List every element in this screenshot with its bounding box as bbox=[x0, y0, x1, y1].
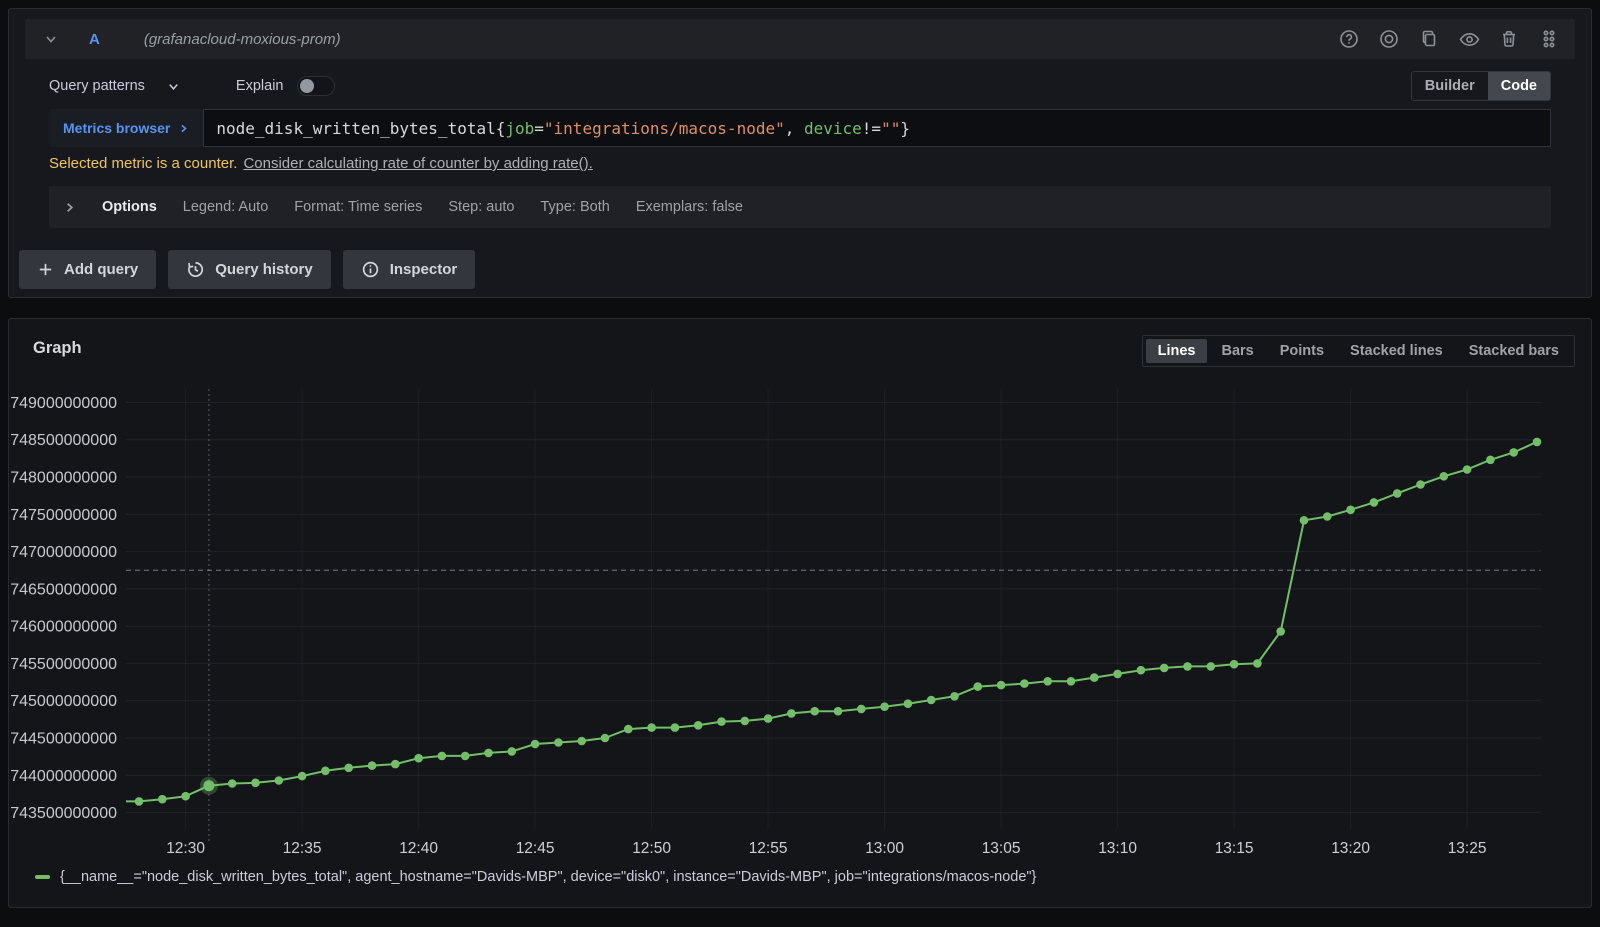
chevron-right-icon bbox=[178, 123, 189, 134]
chevron-right-icon bbox=[63, 201, 76, 214]
warning-text: Selected metric is a counter. bbox=[49, 155, 237, 172]
query-editor-panel: A (grafanacloud-moxious-prom) bbox=[8, 8, 1592, 298]
svg-text:12:50: 12:50 bbox=[632, 840, 671, 857]
query-row-header: A (grafanacloud-moxious-prom) bbox=[25, 19, 1575, 59]
svg-text:12:30: 12:30 bbox=[166, 840, 205, 857]
inspector-button[interactable]: Inspector bbox=[343, 250, 476, 289]
svg-text:12:55: 12:55 bbox=[749, 840, 788, 857]
inspector-label: Inspector bbox=[390, 261, 458, 278]
graph-panel-title: Graph bbox=[33, 335, 82, 358]
explain-label: Explain bbox=[236, 78, 284, 94]
svg-text:13:25: 13:25 bbox=[1448, 840, 1487, 857]
option-exemplars: Exemplars: false bbox=[636, 199, 743, 215]
drag-handle-icon[interactable] bbox=[1537, 27, 1561, 51]
graph-panel-header: Graph LinesBarsPointsStacked linesStacke… bbox=[9, 319, 1591, 367]
add-rate-link[interactable]: Consider calculating rate of counter by … bbox=[243, 155, 592, 172]
option-format: Format: Time series bbox=[294, 199, 422, 215]
option-step: Step: auto bbox=[448, 199, 514, 215]
series-color-swatch bbox=[35, 875, 50, 879]
counter-warning: Selected metric is a counter. Consider ca… bbox=[49, 155, 1551, 172]
query-input-row: Metrics browser node_disk_written_bytes_… bbox=[49, 109, 1551, 147]
svg-text:12:40: 12:40 bbox=[399, 840, 438, 857]
query-patterns-dropdown[interactable]: Query patterns bbox=[49, 78, 180, 94]
svg-text:748000000000: 748000000000 bbox=[10, 470, 117, 487]
svg-text:744000000000: 744000000000 bbox=[10, 768, 117, 785]
svg-text:13:10: 13:10 bbox=[1098, 840, 1137, 857]
metrics-browser-label: Metrics browser bbox=[63, 120, 170, 136]
svg-text:746500000000: 746500000000 bbox=[10, 581, 117, 598]
query-options-row: Query patterns Explain Builder Code bbox=[49, 71, 1551, 101]
chart-svg[interactable]: 749000000000 748500000000 748000000000 7475… bbox=[9, 381, 1593, 867]
graph-panel: Graph LinesBarsPointsStacked linesStacke… bbox=[8, 318, 1592, 908]
series-legend-label[interactable]: {__name__="node_disk_written_bytes_total… bbox=[60, 869, 1036, 885]
svg-text:747000000000: 747000000000 bbox=[10, 544, 117, 561]
option-type: Type: Both bbox=[540, 199, 609, 215]
editor-mode-switch: Builder Code bbox=[1411, 71, 1551, 101]
view-mode-stacked-bars[interactable]: Stacked bars bbox=[1457, 339, 1571, 363]
options-label: Options bbox=[102, 199, 157, 215]
query-history-button[interactable]: Query history bbox=[168, 250, 331, 289]
plus-icon bbox=[37, 261, 54, 278]
trash-icon[interactable] bbox=[1497, 27, 1521, 51]
history-icon bbox=[186, 260, 205, 279]
svg-text:746000000000: 746000000000 bbox=[10, 619, 117, 636]
query-patterns-label: Query patterns bbox=[49, 78, 145, 94]
eye-icon[interactable] bbox=[1457, 27, 1481, 51]
explain-toggle[interactable] bbox=[297, 76, 335, 96]
toggle-knob bbox=[300, 79, 314, 93]
svg-text:13:15: 13:15 bbox=[1215, 840, 1254, 857]
svg-text:745500000000: 745500000000 bbox=[10, 656, 117, 673]
target-icon[interactable] bbox=[1377, 27, 1401, 51]
builder-mode-button[interactable]: Builder bbox=[1412, 72, 1488, 100]
promql-query-text: node_disk_written_bytes_total{job="integ… bbox=[216, 119, 910, 138]
svg-text:743500000000: 743500000000 bbox=[10, 805, 117, 822]
view-mode-bars[interactable]: Bars bbox=[1209, 339, 1265, 363]
svg-text:744500000000: 744500000000 bbox=[10, 731, 117, 748]
svg-text:749000000000: 749000000000 bbox=[10, 395, 117, 412]
grafana-explore-page: A (grafanacloud-moxious-prom) bbox=[0, 0, 1600, 916]
svg-text:13:05: 13:05 bbox=[982, 840, 1021, 857]
copy-icon[interactable] bbox=[1417, 27, 1441, 51]
view-mode-lines[interactable]: Lines bbox=[1146, 339, 1208, 363]
promql-query-input[interactable]: node_disk_written_bytes_total{job="integ… bbox=[203, 109, 1551, 147]
info-circle-icon bbox=[361, 260, 380, 279]
help-icon[interactable] bbox=[1337, 27, 1361, 51]
option-legend: Legend: Auto bbox=[183, 199, 268, 215]
svg-text:745000000000: 745000000000 bbox=[10, 693, 117, 710]
query-ref-id[interactable]: A bbox=[89, 31, 100, 48]
metrics-browser-button[interactable]: Metrics browser bbox=[49, 109, 203, 147]
svg-text:747500000000: 747500000000 bbox=[10, 507, 117, 524]
view-mode-tabs: LinesBarsPointsStacked linesStacked bars bbox=[1142, 335, 1575, 367]
svg-text:12:45: 12:45 bbox=[516, 840, 555, 857]
time-series-chart[interactable]: 749000000000 748500000000 748000000000 7475… bbox=[9, 381, 1591, 867]
view-mode-stacked-lines[interactable]: Stacked lines bbox=[1338, 339, 1455, 363]
collapse-query-chevron-down-icon[interactable] bbox=[39, 27, 63, 51]
add-query-button[interactable]: Add query bbox=[19, 250, 156, 289]
query-history-label: Query history bbox=[215, 261, 313, 278]
query-actions-row: Add query Query history Inspector bbox=[19, 250, 1581, 289]
explain-control: Explain bbox=[236, 76, 336, 96]
svg-text:748500000000: 748500000000 bbox=[10, 432, 117, 449]
chart-legend: {__name__="node_disk_written_bytes_total… bbox=[9, 867, 1591, 885]
options-collapse-bar[interactable]: Options Legend: Auto Format: Time series… bbox=[49, 186, 1551, 228]
svg-text:13:00: 13:00 bbox=[865, 840, 904, 857]
svg-text:13:20: 13:20 bbox=[1331, 840, 1370, 857]
svg-text:12:35: 12:35 bbox=[283, 840, 322, 857]
datasource-name: (grafanacloud-moxious-prom) bbox=[144, 31, 341, 48]
view-mode-points[interactable]: Points bbox=[1268, 339, 1336, 363]
chevron-down-icon bbox=[167, 80, 180, 93]
add-query-label: Add query bbox=[64, 261, 138, 278]
code-mode-button[interactable]: Code bbox=[1488, 72, 1550, 100]
